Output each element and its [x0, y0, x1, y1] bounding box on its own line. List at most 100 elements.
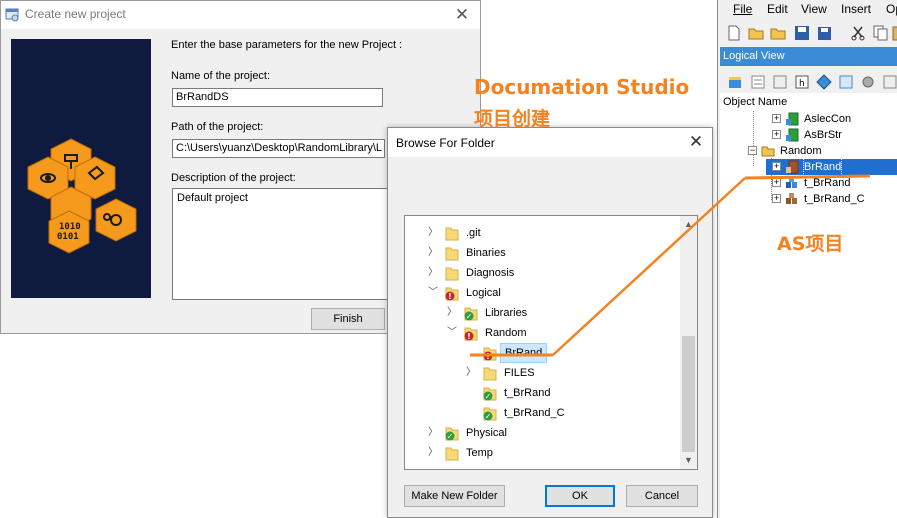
chevron-right-icon[interactable]: 〉	[465, 363, 477, 383]
folder-tree-item[interactable]: 〉 FILES	[465, 363, 665, 383]
project-banner-image: 1010 0101	[11, 39, 151, 298]
folder-tree-item[interactable]: 〉 ✓ Libraries	[446, 303, 646, 323]
open-project-icon[interactable]	[747, 24, 765, 42]
chevron-right-icon[interactable]: 〉	[427, 223, 439, 243]
folder-tree-item[interactable]: 〉 Temp	[427, 443, 627, 463]
tree-node-t-brrand-c[interactable]: + t_BrRand_C	[772, 191, 897, 207]
scroll-up-icon[interactable]: ▲	[680, 216, 697, 233]
project-name-input[interactable]: BrRandDS	[172, 88, 383, 107]
new-file-icon[interactable]	[725, 24, 743, 42]
folder-tree-item-label: FILES	[504, 367, 535, 379]
expand-icon[interactable]: +	[772, 194, 781, 203]
folder-icon: ✓	[445, 427, 459, 441]
menu-options[interactable]: Op	[886, 2, 897, 16]
project-path-input[interactable]: C:\Users\yuanz\Desktop\RandomLibrary\L	[172, 139, 385, 158]
folder-tree-item-label: Diagnosis	[466, 267, 515, 279]
paste-icon[interactable]	[890, 24, 897, 42]
svg-text:0101: 0101	[57, 232, 79, 242]
package-icon[interactable]	[726, 73, 744, 91]
expand-icon[interactable]: +	[772, 114, 781, 123]
copy-icon[interactable]	[871, 24, 889, 42]
edit-icon[interactable]	[881, 73, 897, 91]
tree-node-asbrstr[interactable]: + AsBrStr	[772, 127, 897, 143]
save-all-icon[interactable]	[815, 24, 833, 42]
main-toolbar	[718, 21, 897, 45]
collapse-icon[interactable]: −	[748, 146, 757, 155]
menu-view[interactable]: View	[801, 2, 827, 16]
ok-button[interactable]: OK	[545, 485, 615, 507]
folder-tree-item[interactable]: ﹀! Random	[446, 323, 646, 343]
folder-tree-item-label: Temp	[466, 447, 493, 459]
chevron-right-icon[interactable]: 〉	[427, 263, 439, 283]
settings-icon[interactable]	[859, 73, 877, 91]
folder-icon: ✓	[464, 307, 478, 321]
folder-tree-item[interactable]: ✓ t_BrRand	[465, 383, 665, 403]
check-icon[interactable]	[837, 73, 855, 91]
logical-view-title: Logical View	[720, 47, 897, 66]
make-new-folder-button[interactable]: Make New Folder	[404, 485, 505, 507]
save-icon[interactable]	[793, 24, 811, 42]
svg-text:!: !	[448, 292, 452, 301]
folder-icon	[445, 267, 459, 281]
tree-node-brrand-selected[interactable]: + BrRand	[766, 158, 897, 176]
tree-column-header: Object Name	[723, 96, 788, 108]
program-icon	[786, 177, 797, 188]
cut-icon[interactable]	[849, 24, 867, 42]
folder-tree-item[interactable]: ✓ t_BrRand_C	[465, 403, 665, 423]
open-folder-icon[interactable]	[769, 24, 787, 42]
hex-view-icon[interactable]: h	[793, 73, 811, 91]
program-c-icon	[786, 193, 797, 204]
scrollbar-thumb[interactable]	[682, 336, 695, 452]
expand-icon[interactable]: +	[772, 178, 781, 187]
folder-tree-item[interactable]: 〉 Binaries	[427, 243, 627, 263]
logical-view-tree: Object Name + AslecCon + AsBrStr − Rando…	[720, 93, 897, 518]
chevron-right-icon[interactable]: 〉	[427, 243, 439, 263]
menu-insert[interactable]: Insert	[841, 2, 871, 16]
menu-file[interactable]: File	[733, 2, 752, 16]
svg-text:✓: ✓	[485, 392, 492, 401]
folder-tree-item[interactable]: 〉 Diagnosis	[427, 263, 627, 283]
cancel-button[interactable]: Cancel	[626, 485, 698, 507]
create-project-titlebar[interactable]: Create new project ✕	[1, 1, 480, 29]
scroll-down-icon[interactable]: ▼	[680, 452, 697, 469]
project-description-input[interactable]: Default project	[172, 188, 392, 300]
folder-tree-item-label: Binaries	[466, 247, 506, 259]
list-view-icon[interactable]	[749, 73, 767, 91]
folder-tree-item-label: Libraries	[485, 307, 528, 319]
object-icon[interactable]	[815, 73, 833, 91]
chevron-right-icon[interactable]: 〉	[427, 443, 439, 463]
finish-button[interactable]: Finish	[311, 308, 385, 330]
tree-node-random[interactable]: − Random	[748, 143, 897, 159]
expand-icon[interactable]: +	[772, 130, 781, 139]
folder-tree-item-label: BrRand	[500, 343, 548, 363]
expand-icon[interactable]: +	[772, 162, 781, 171]
folder-tree-item-label: Logical	[466, 287, 501, 299]
browse-folder-titlebar[interactable]: Browse For Folder ✕	[388, 128, 712, 157]
chevron-right-icon[interactable]: 〉	[446, 303, 458, 323]
folder-tree-item[interactable]: ! BrRand	[465, 343, 665, 363]
logical-view-toolbar: h	[718, 70, 897, 94]
tree-node-t-brrand[interactable]: + t_BrRand	[772, 175, 897, 191]
close-icon[interactable]: ✕	[686, 132, 706, 152]
folder-tree-item[interactable]: ﹀! Logical	[427, 283, 627, 303]
svg-text:✓: ✓	[485, 412, 492, 421]
folder-icon: !	[445, 287, 459, 301]
chevron-down-icon[interactable]: ﹀	[446, 323, 458, 343]
chevron-down-icon[interactable]: ﹀	[427, 283, 439, 303]
green-library-icon	[786, 112, 799, 126]
tree-scrollbar[interactable]: ▲ ▼	[680, 216, 697, 469]
svg-text:✓: ✓	[447, 432, 454, 441]
tree-node-asleccon[interactable]: + AslecCon	[772, 111, 897, 127]
folder-tree-item[interactable]: 〉 .git	[427, 223, 627, 243]
table-icon[interactable]	[771, 73, 789, 91]
menu-edit[interactable]: Edit	[767, 2, 788, 16]
folder-icon: !	[464, 327, 478, 341]
folder-tree-item-label: Physical	[466, 427, 507, 439]
name-label: Name of the project:	[171, 70, 271, 82]
svg-text:1010: 1010	[59, 222, 81, 232]
close-icon[interactable]: ✕	[452, 5, 472, 25]
folder-icon	[445, 227, 459, 241]
folder-tree-item-label: t_BrRand_C	[504, 407, 565, 419]
folder-tree-item[interactable]: 〉 ✓ Physical	[427, 423, 627, 443]
chevron-right-icon[interactable]: 〉	[427, 423, 439, 443]
